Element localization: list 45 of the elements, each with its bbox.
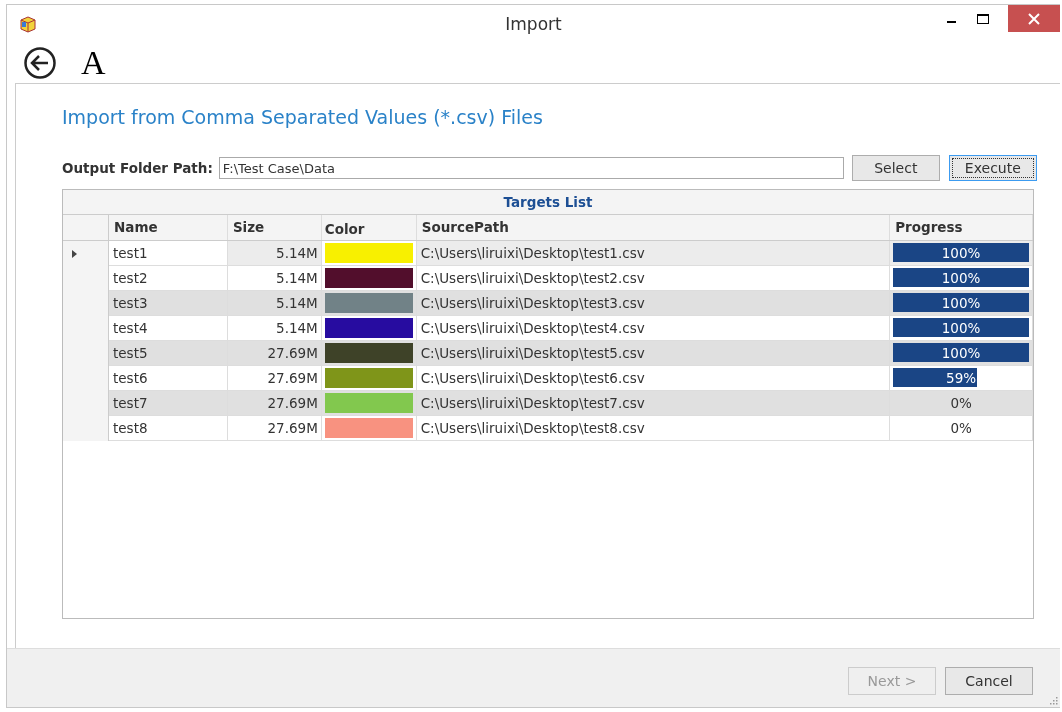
column-header[interactable]: Progress (890, 215, 1033, 240)
progress-value: 100% (940, 269, 982, 288)
close-button[interactable] (1008, 5, 1060, 32)
column-header[interactable]: Color (321, 215, 417, 240)
table-title: Targets List (63, 190, 1033, 215)
cube-icon (19, 15, 37, 33)
progress-value: 0% (949, 394, 973, 413)
font-letter[interactable]: A (81, 44, 106, 82)
back-icon[interactable] (23, 46, 57, 80)
field-label: Output Folder Path: (62, 160, 213, 176)
table-cell: C:\Users\liruixi\Desktop\test1.csv (416, 241, 891, 266)
progress-value: 59% (945, 369, 978, 388)
progress-value: 100% (940, 344, 982, 363)
table-cell: 27.69M (227, 341, 322, 366)
column-header[interactable]: Name (109, 215, 228, 240)
action-button[interactable]: Select (851, 155, 940, 181)
column-header[interactable]: SourcePath (416, 215, 891, 240)
table-cell: test1 (109, 241, 228, 266)
progress-value: 100% (940, 319, 982, 338)
row-indicator[interactable] (63, 416, 109, 441)
action-button[interactable]: Execute (948, 155, 1037, 181)
table-cell: test3 (109, 291, 228, 316)
progress-value: 100% (940, 244, 982, 263)
footer-button[interactable]: Cancel (945, 667, 1033, 695)
page-heading: Import from Comma Separated Values (*.csv) Files (62, 106, 544, 128)
table-cell: test5 (109, 341, 228, 366)
table-cell: C:\Users\liruixi\Desktop\test8.csv (416, 416, 891, 441)
table-cell: 5.14M (227, 291, 322, 316)
column-header[interactable]: Size (227, 215, 322, 240)
table-cell: 5.14M (227, 241, 322, 266)
maximize-icon[interactable] (976, 13, 990, 25)
close-icon (1028, 12, 1040, 25)
resize-grip-icon[interactable] (1048, 695, 1058, 705)
table-cell: C:\Users\liruixi\Desktop\test7.csv (416, 391, 891, 416)
row-indicator[interactable] (63, 241, 109, 266)
table-cell: test7 (109, 391, 228, 416)
progress-value: 100% (940, 294, 982, 313)
table-cell: 27.69M (227, 416, 322, 441)
path-field[interactable]: F:\Test Case\Data (218, 157, 844, 179)
table-cell: C:\Users\liruixi\Desktop\test3.csv (416, 291, 891, 316)
table-cell: 27.69M (227, 391, 322, 416)
progress-value: 0% (949, 419, 973, 438)
table-cell: C:\Users\liruixi\Desktop\test5.csv (416, 341, 891, 366)
table-cell: test8 (109, 416, 228, 441)
window-title: Import (505, 14, 562, 34)
